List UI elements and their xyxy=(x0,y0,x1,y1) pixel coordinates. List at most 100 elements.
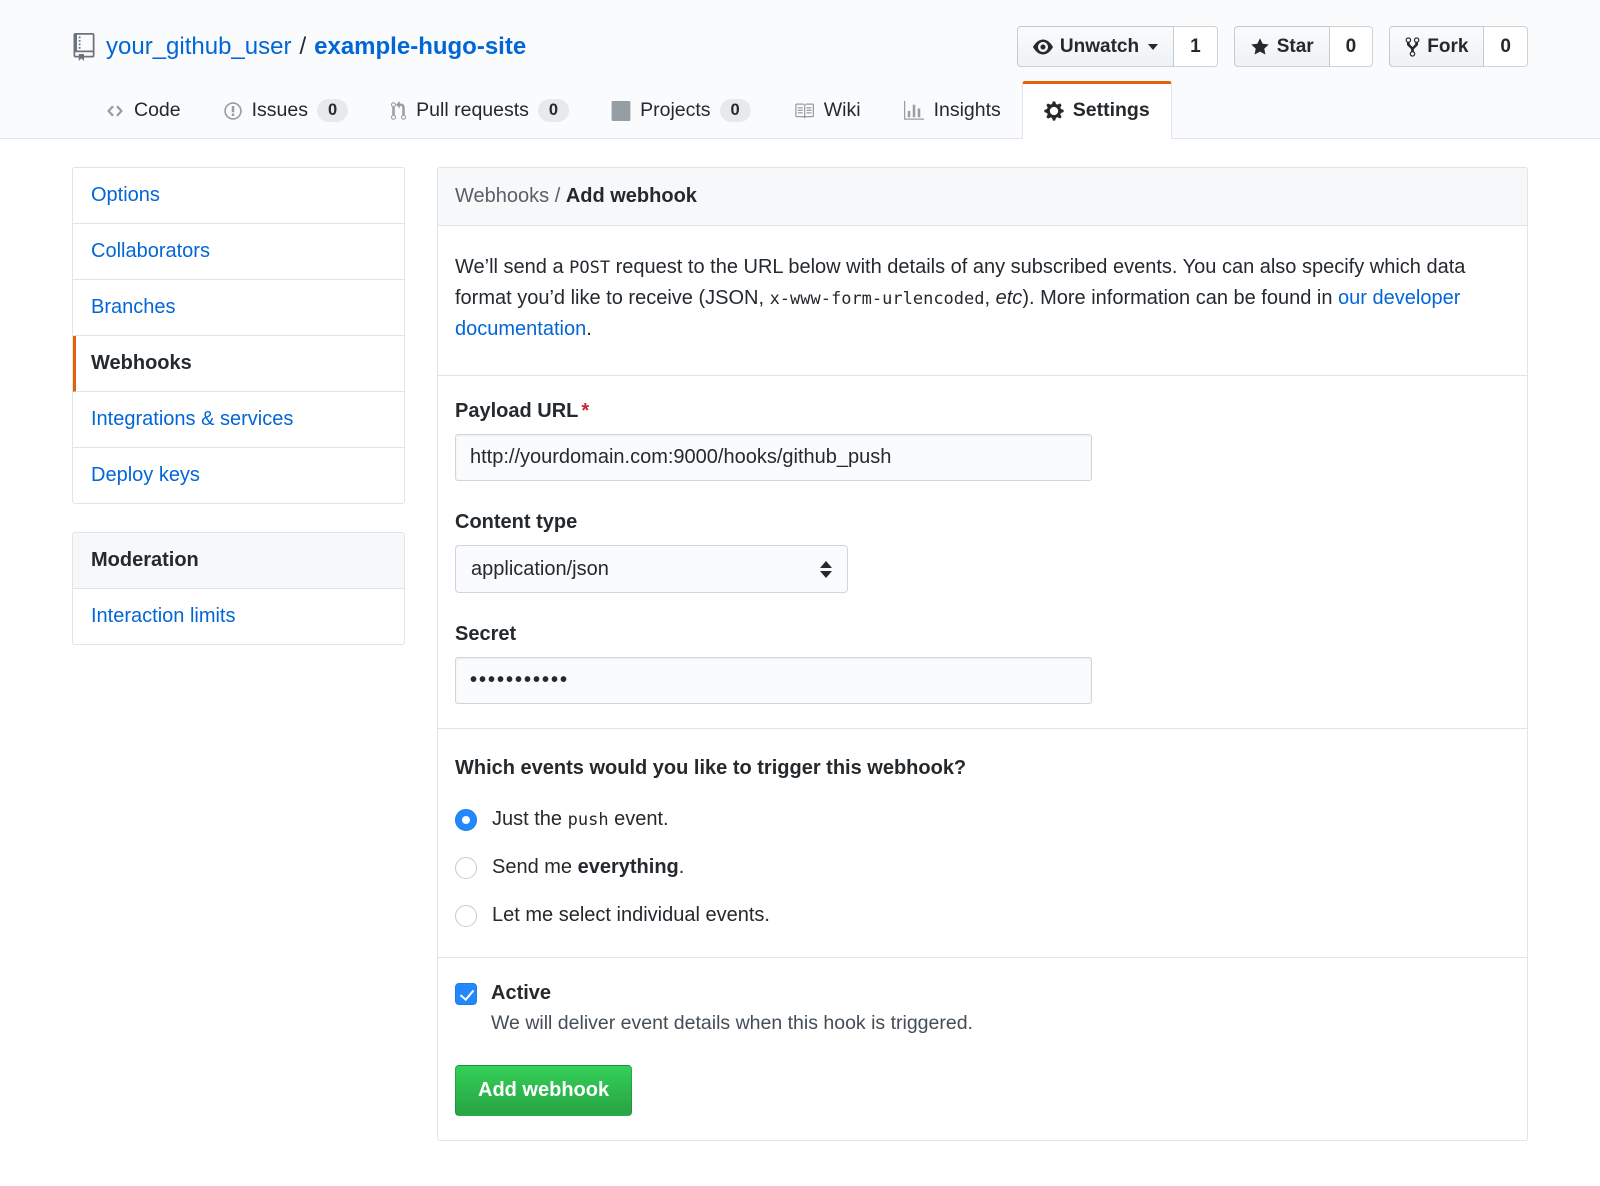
active-section: Active We will deliver event details whe… xyxy=(438,957,1527,1140)
description-text: We’ll send a xyxy=(455,256,569,278)
pull-request-icon xyxy=(390,101,407,121)
tab-issues[interactable]: Issues 0 xyxy=(202,81,370,138)
events-question: Which events would you like to trigger t… xyxy=(455,757,1510,780)
book-icon xyxy=(793,101,815,121)
etc-emphasis: etc xyxy=(996,287,1023,309)
code-icon xyxy=(105,102,125,120)
post-code: POST xyxy=(569,258,610,278)
unwatch-button[interactable]: Unwatch xyxy=(1017,26,1174,67)
breadcrumb: Webhooks / Add webhook xyxy=(438,168,1527,226)
fork-button[interactable]: Fork xyxy=(1389,26,1484,67)
star-group: Star 0 xyxy=(1234,26,1374,67)
event-option-individual: Let me select individual events. xyxy=(455,904,1510,927)
webhook-description: We’ll send a POST request to the URL bel… xyxy=(455,250,1505,351)
breadcrumb-separator: / xyxy=(549,185,566,207)
sidebar-item-interaction-limits[interactable]: Interaction limits xyxy=(73,589,404,644)
radio-just-push[interactable] xyxy=(455,809,477,831)
content-type-label: Content type xyxy=(455,511,1510,534)
watch-count[interactable]: 1 xyxy=(1174,26,1218,67)
caret-down-icon xyxy=(1148,44,1158,50)
breadcrumb-current: Add webhook xyxy=(566,185,697,207)
tab-projects[interactable]: Projects 0 xyxy=(590,81,772,138)
tab-settings[interactable]: Settings xyxy=(1022,81,1172,138)
webhook-form-section: Payload URL* Content type application/js… xyxy=(438,375,1527,728)
description-text: , xyxy=(985,287,996,309)
repo-name-link[interactable]: example-hugo-site xyxy=(314,33,526,61)
tab-label: Insights xyxy=(934,99,1001,122)
issues-count-badge: 0 xyxy=(317,99,348,122)
tab-label: Settings xyxy=(1073,99,1150,122)
graph-icon xyxy=(903,101,925,121)
tab-insights[interactable]: Insights xyxy=(882,81,1022,138)
active-label: Active xyxy=(491,982,551,1005)
radio-label-text: event. xyxy=(609,808,669,830)
fork-label: Fork xyxy=(1427,36,1468,58)
events-section: Which events would you like to trigger t… xyxy=(438,728,1527,957)
unwatch-label: Unwatch xyxy=(1060,36,1139,58)
active-row: Active xyxy=(455,982,1510,1005)
repo-icon xyxy=(72,33,96,61)
repo-title: your_github_user / example-hugo-site xyxy=(72,33,526,61)
tab-label: Issues xyxy=(252,99,308,122)
payload-url-label-text: Payload URL xyxy=(455,400,578,422)
sidebar-item-branches[interactable]: Branches xyxy=(73,280,404,336)
content-type-selected-value: application/json xyxy=(471,558,609,581)
event-option-just-push: Just the push event. xyxy=(455,808,1510,831)
push-code: push xyxy=(568,810,609,830)
radio-individual-events[interactable] xyxy=(455,905,477,927)
sidebar-item-collaborators[interactable]: Collaborators xyxy=(73,224,404,280)
repo-owner-link[interactable]: your_github_user xyxy=(106,33,291,61)
description-text: ). More information can be found in xyxy=(1022,287,1338,309)
select-arrows-icon xyxy=(820,561,832,578)
secret-group: Secret xyxy=(455,623,1510,704)
tab-code[interactable]: Code xyxy=(84,81,202,138)
radio-label: Let me select individual events. xyxy=(492,904,770,927)
radio-everything[interactable] xyxy=(455,857,477,879)
project-icon xyxy=(611,101,631,121)
webhook-panel: Webhooks / Add webhook We’ll send a POST… xyxy=(437,167,1528,1141)
sidebar-item-integrations-services[interactable]: Integrations & services xyxy=(73,392,404,448)
tab-label: Projects xyxy=(640,99,710,122)
pull-requests-count-badge: 0 xyxy=(538,99,569,122)
active-note: We will deliver event details when this … xyxy=(491,1012,1510,1035)
event-option-everything: Send me everything. xyxy=(455,856,1510,879)
settings-menu: Options Collaborators Branches Webhooks … xyxy=(72,167,405,504)
star-icon xyxy=(1250,37,1270,57)
add-webhook-button[interactable]: Add webhook xyxy=(455,1065,632,1116)
fork-count[interactable]: 0 xyxy=(1484,26,1528,67)
moderation-menu: Moderation Interaction limits xyxy=(72,532,405,645)
star-count[interactable]: 0 xyxy=(1330,26,1374,67)
breadcrumb-webhooks[interactable]: Webhooks xyxy=(455,185,549,207)
tab-wiki[interactable]: Wiki xyxy=(772,81,882,138)
active-checkbox[interactable] xyxy=(455,983,477,1005)
payload-url-label: Payload URL* xyxy=(455,400,1510,423)
tab-label: Pull requests xyxy=(416,99,529,122)
star-label: Star xyxy=(1277,36,1314,58)
issue-icon xyxy=(223,101,243,121)
projects-count-badge: 0 xyxy=(720,99,751,122)
watch-group: Unwatch 1 xyxy=(1017,26,1218,67)
payload-url-group: Payload URL* xyxy=(455,400,1510,481)
radio-label: Just the push event. xyxy=(492,808,669,831)
secret-input[interactable] xyxy=(455,657,1092,704)
sidebar-item-options[interactable]: Options xyxy=(73,168,404,224)
secret-label: Secret xyxy=(455,623,1510,646)
tab-pull-requests[interactable]: Pull requests 0 xyxy=(369,81,590,138)
repo-nav: Code Issues 0 Pull requests 0 Projects 0… xyxy=(0,81,1600,139)
description-text: . xyxy=(586,318,592,340)
repo-path-separator: / xyxy=(299,33,306,61)
moderation-header: Moderation xyxy=(73,533,404,589)
sidebar-item-webhooks[interactable]: Webhooks xyxy=(73,336,404,392)
gear-icon xyxy=(1044,100,1064,122)
content-type-select[interactable]: application/json xyxy=(455,545,848,593)
star-button[interactable]: Star xyxy=(1234,26,1330,67)
content-type-group: Content type application/json xyxy=(455,511,1510,593)
tab-label: Code xyxy=(134,99,181,122)
radio-label-text: Send me xyxy=(492,856,578,878)
radio-label-text: . xyxy=(679,856,685,878)
settings-sidebar: Options Collaborators Branches Webhooks … xyxy=(72,167,405,645)
sidebar-item-deploy-keys[interactable]: Deploy keys xyxy=(73,448,404,503)
fork-icon xyxy=(1405,36,1420,58)
webhook-description-section: We’ll send a POST request to the URL bel… xyxy=(438,226,1527,375)
payload-url-input[interactable] xyxy=(455,434,1092,481)
